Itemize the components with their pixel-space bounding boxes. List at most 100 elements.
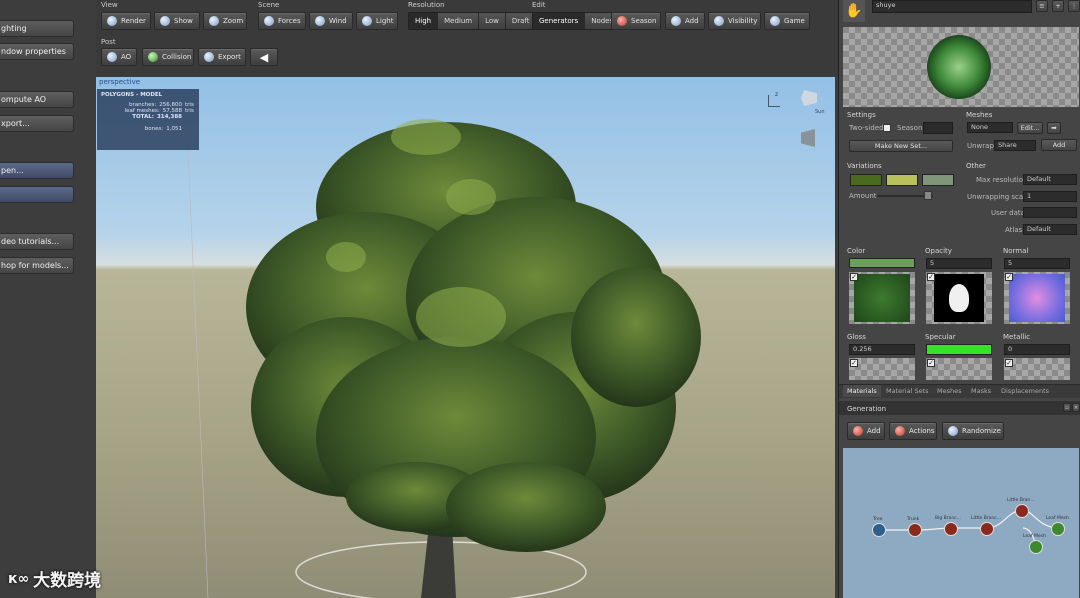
node-trunk[interactable]: [908, 523, 922, 537]
unwrapping-scale-field[interactable]: 1: [1023, 191, 1077, 202]
game-icon: [770, 16, 780, 26]
node-little-branches-2[interactable]: [1015, 504, 1029, 518]
forces-button[interactable]: Forces: [258, 12, 306, 30]
generation-randomize-button[interactable]: Randomize: [942, 422, 1004, 440]
blank-button[interactable]: [0, 186, 74, 203]
edit-segmented: Generators Nodes: [532, 12, 622, 30]
section-view-label: View: [101, 1, 118, 9]
compute-ao-button[interactable]: ompute AO: [0, 91, 74, 108]
resolution-high[interactable]: High: [409, 13, 439, 29]
render-icon: [107, 16, 117, 26]
collision-button[interactable]: Collision: [142, 48, 194, 66]
restore-icon[interactable]: ▫: [1063, 403, 1071, 412]
atlas-field[interactable]: Default: [1023, 224, 1077, 235]
specular-map-swatch[interactable]: [926, 344, 992, 355]
visibility-button[interactable]: Visibility: [708, 12, 761, 30]
season-button[interactable]: Season: [611, 12, 661, 30]
close-icon[interactable]: ×: [1072, 403, 1080, 412]
opacity-map-label: Opacity: [925, 247, 952, 255]
resolution-segmented: High Medium Low Draft: [408, 12, 538, 30]
meshes-dropdown[interactable]: None: [967, 122, 1013, 133]
resolution-medium[interactable]: Medium: [438, 13, 480, 29]
zoom-button[interactable]: Zoom: [203, 12, 247, 30]
generation-graph[interactable]: Tree Trunk Big Branc... Little Branc... …: [843, 448, 1079, 598]
tree-render: [185, 106, 701, 598]
light-button[interactable]: Light: [356, 12, 398, 30]
add-button[interactable]: Add: [665, 12, 705, 30]
node-leaf-mesh-1[interactable]: [1051, 522, 1065, 536]
metallic-map-checkbox[interactable]: ✓: [1005, 359, 1013, 367]
hand-tool-icon[interactable]: ✋: [843, 0, 865, 22]
render-button[interactable]: Render: [101, 12, 151, 30]
normal-map-thumb[interactable]: ✓: [1004, 272, 1070, 324]
window-properties-button[interactable]: ndow properties: [0, 43, 74, 60]
metallic-map-field[interactable]: 0: [1004, 344, 1070, 355]
tab-materials[interactable]: Materials: [843, 385, 881, 397]
season-swatch[interactable]: [923, 122, 953, 134]
video-tutorials-button[interactable]: deo tutorials...: [0, 233, 74, 250]
variation-swatch-2[interactable]: [886, 174, 918, 186]
mesh-name-dropdown[interactable]: shuye: [872, 0, 1032, 13]
tab-masks[interactable]: Masks: [967, 385, 995, 397]
generation-add-button[interactable]: Add: [847, 422, 885, 440]
normal-map-checkbox[interactable]: ✓: [1005, 273, 1013, 281]
game-button[interactable]: Game: [764, 12, 810, 30]
specular-map-thumb[interactable]: ✓: [926, 358, 992, 380]
shop-for-models-button[interactable]: hop for models...: [0, 257, 74, 274]
section-edit-label: Edit: [532, 1, 546, 9]
menu-icon[interactable]: ≡: [1036, 0, 1048, 12]
more-icon[interactable]: ⋮: [1068, 0, 1080, 12]
variation-swatch-1[interactable]: [850, 174, 882, 186]
color-map-thumb[interactable]: ✓: [849, 272, 915, 324]
node-little-branches-1[interactable]: [980, 522, 994, 536]
gloss-map-checkbox[interactable]: ✓: [850, 359, 858, 367]
metallic-map-thumb[interactable]: ✓: [1004, 358, 1070, 380]
opacity-map-checkbox[interactable]: ✓: [927, 273, 935, 281]
export-button[interactable]: Export: [198, 48, 246, 66]
max-resolution-field[interactable]: Default: [1023, 174, 1077, 185]
two-sided-label: Two-sided: [849, 124, 884, 132]
viewport[interactable]: perspective POLYGONS - MODEL branches: 25…: [96, 77, 835, 598]
lighting-button[interactable]: ghting: [0, 20, 74, 37]
tab-meshes[interactable]: Meshes: [933, 385, 966, 397]
gloss-map-thumb[interactable]: ✓: [849, 358, 915, 380]
meshes-edit-button[interactable]: Edit...: [1017, 122, 1043, 134]
node-label: Little Bran...: [1007, 498, 1035, 503]
variation-swatch-3[interactable]: [922, 174, 954, 186]
user-data-field[interactable]: [1023, 207, 1077, 218]
amount-slider-thumb[interactable]: [924, 191, 932, 200]
node-tree[interactable]: [872, 523, 886, 537]
light-icon: [362, 16, 372, 26]
arrow-right-icon[interactable]: ➡: [1047, 122, 1061, 134]
right-panel: ✋ shuye ≡ + ⋮ Settings Two-sided Season …: [838, 0, 1080, 598]
resolution-low[interactable]: Low: [479, 13, 506, 29]
node-label: Leaf Mesh: [1046, 516, 1069, 521]
tab-material-sets[interactable]: Material Sets: [882, 385, 933, 397]
two-sided-checkbox[interactable]: [883, 124, 891, 132]
node-leaf-mesh-2[interactable]: [1029, 540, 1043, 554]
ao-button[interactable]: AO: [101, 48, 137, 66]
make-new-set-button[interactable]: Make New Set...: [849, 140, 953, 152]
generation-actions-button[interactable]: Actions: [889, 422, 937, 440]
open-button[interactable]: pen...: [0, 162, 74, 179]
meshes-title: Meshes: [966, 111, 993, 119]
show-button[interactable]: Show: [154, 12, 200, 30]
season-icon: [617, 16, 627, 26]
wind-button[interactable]: Wind: [309, 12, 353, 30]
export-left-button[interactable]: xport...: [0, 115, 74, 132]
normal-map-field[interactable]: 5: [1004, 258, 1070, 269]
generators-tab[interactable]: Generators: [533, 13, 586, 29]
tab-displacements[interactable]: Displacements: [997, 385, 1053, 397]
max-resolution-label: Max resolution: [976, 176, 1028, 184]
node-big-branches[interactable]: [944, 522, 958, 536]
specular-map-checkbox[interactable]: ✓: [927, 359, 935, 367]
plus-icon[interactable]: +: [1052, 0, 1064, 12]
opacity-map-thumb[interactable]: ✓: [926, 272, 992, 324]
unwrap-dropdown[interactable]: Share: [994, 140, 1036, 151]
meshes-add-button[interactable]: Add: [1041, 139, 1077, 151]
color-map-checkbox[interactable]: ✓: [850, 273, 858, 281]
color-map-swatch[interactable]: [849, 258, 915, 268]
gloss-map-field[interactable]: 0.256: [849, 344, 915, 355]
back-button[interactable]: ◀: [250, 48, 278, 66]
opacity-map-field[interactable]: 5: [926, 258, 992, 269]
